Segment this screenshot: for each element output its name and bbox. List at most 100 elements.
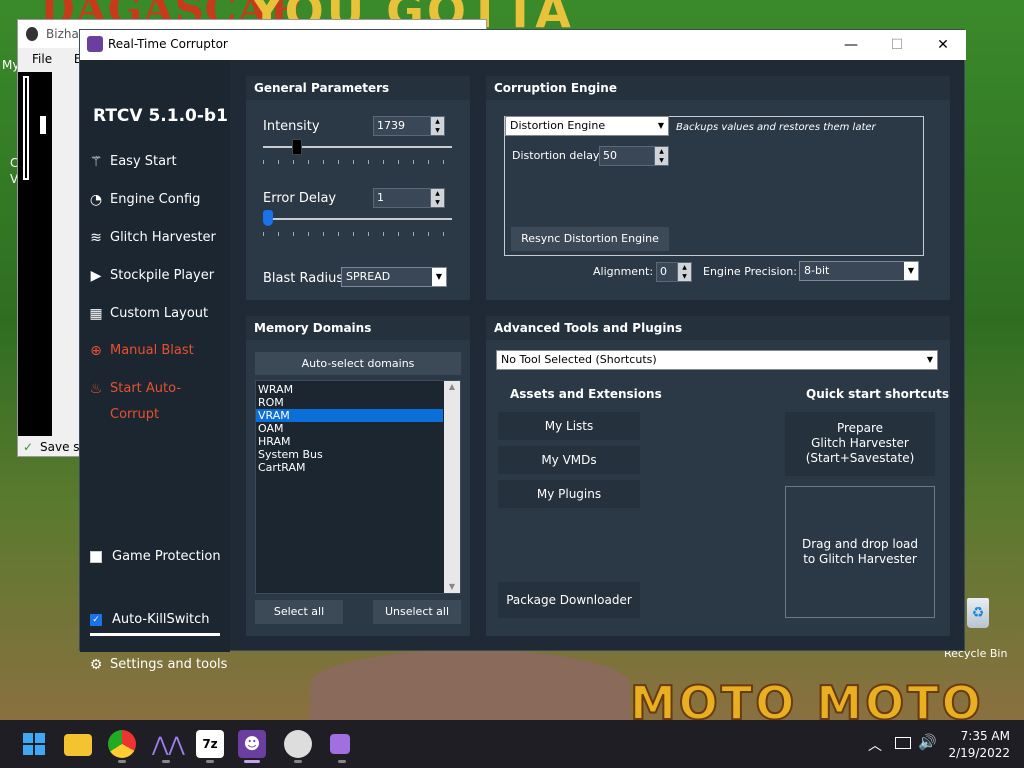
blast-radius-select[interactable]: SPREAD ▼ xyxy=(341,267,447,287)
prepare-glitch-harvester-button[interactable]: Prepare Glitch Harvester (Start+Savestat… xyxy=(785,412,935,476)
memory-domain-item[interactable]: CartRAM xyxy=(256,461,443,474)
my-vmds-button[interactable]: My VMDs xyxy=(498,446,640,474)
rtc-version: RTCV 5.1.0-b1 xyxy=(93,106,228,126)
settings-label: Settings and tools xyxy=(110,657,228,672)
memory-domain-item[interactable]: WRAM xyxy=(256,383,443,396)
distortion-delay-value: 50 xyxy=(603,149,617,162)
settings-button[interactable]: ⚙ Settings and tools xyxy=(88,652,230,678)
engine-precision-select[interactable]: 8-bit ▼ xyxy=(799,261,919,281)
my-lists-button[interactable]: My Lists xyxy=(498,412,640,440)
chevron-up-icon[interactable]: ︿ xyxy=(868,735,882,755)
close-button[interactable]: ✕ xyxy=(920,30,966,60)
tool-select-value: No Tool Selected (Shortcuts) xyxy=(501,353,657,366)
rtc-titlebar[interactable]: Real-Time Corruptor — ☐ ✕ xyxy=(80,30,966,60)
error-delay-input[interactable]: 1 ▲ ▼ xyxy=(373,188,445,208)
menu-file[interactable]: File xyxy=(32,52,52,66)
checkbox-box[interactable] xyxy=(90,551,102,563)
drag-drop-zone[interactable]: Drag and drop load to Glitch Harvester xyxy=(785,486,935,618)
alignment-spinner[interactable]: ▲ ▼ xyxy=(677,263,691,281)
corruption-engine-panel: Corruption Engine Distortion Engine ▼ Ba… xyxy=(486,76,950,300)
chevron-down-icon: ▼ xyxy=(923,351,937,369)
cube-icon[interactable] xyxy=(330,734,350,754)
sidebar-item-start-auto-corrupt[interactable]: ♨ Start Auto-Corrupt xyxy=(88,376,230,422)
assets-header: Assets and Extensions xyxy=(510,387,662,401)
check-icon: ✓ xyxy=(23,440,34,454)
memory-domain-item[interactable]: OAM xyxy=(256,422,443,435)
drop-zone-line: Drag and drop load xyxy=(801,537,919,551)
maximize-button[interactable]: ☐ xyxy=(874,30,920,60)
engine-select[interactable]: Distortion Engine ▼ xyxy=(505,116,669,136)
sidebar: RTCV 5.1.0-b1 ⚚ Easy Start ◔ Engine Config… xyxy=(80,60,230,673)
distortion-delay-label: Distortion delay: xyxy=(512,149,603,162)
sidebar-item-glitch-harvester[interactable]: ≋ Glitch Harvester xyxy=(88,225,230,251)
alignment-input[interactable]: 0 ▲ ▼ xyxy=(656,262,692,282)
clock-time[interactable]: 7:35 AM xyxy=(950,729,1010,743)
file-explorer-icon[interactable] xyxy=(64,734,92,756)
list-scrollbar[interactable]: ▲ ▼ xyxy=(444,381,460,593)
error-delay-slider-track[interactable] xyxy=(263,218,452,220)
alignment-label: Alignment: xyxy=(593,265,654,278)
app-icon[interactable]: ⋀⋀ xyxy=(152,730,185,758)
tool-select[interactable]: No Tool Selected (Shortcuts) ▼ xyxy=(496,350,938,370)
auto-select-domains-button[interactable]: Auto-select domains xyxy=(255,352,461,375)
rtc-icon[interactable]: ☻ xyxy=(238,730,266,758)
sidebar-item-easy-start[interactable]: ⚚ Easy Start xyxy=(88,149,230,175)
engine-precision-value: 8-bit xyxy=(804,264,830,277)
resync-button[interactable]: Resync Distortion Engine xyxy=(511,227,669,251)
minimize-button[interactable]: — xyxy=(828,30,874,60)
sidebar-item-stockpile-player[interactable]: ▶ Stockpile Player xyxy=(88,263,230,289)
volume-icon[interactable]: 🔊 xyxy=(918,733,937,751)
general-parameters-panel: General Parameters Intensity 1739 ▲ ▼ Err… xyxy=(246,76,470,300)
memory-domain-item[interactable]: VRAM xyxy=(256,409,443,422)
checkbox-label: Auto-KillSwitch xyxy=(112,612,210,627)
memory-domains-list[interactable]: WRAM ROM VRAM OAM HRAM System Bus CartRAM ▲ ▼ xyxy=(255,380,461,594)
panel-header: General Parameters xyxy=(246,76,470,100)
scroll-down-icon[interactable]: ▼ xyxy=(444,581,460,593)
advanced-tools-panel: Advanced Tools and Plugins No Tool Selec… xyxy=(486,316,950,636)
scroll-up-icon[interactable]: ▲ xyxy=(444,381,460,393)
game-screen[interactable] xyxy=(18,72,52,436)
7zip-icon[interactable]: 7z xyxy=(196,730,224,758)
memory-domain-item[interactable]: HRAM xyxy=(256,435,443,448)
sidebar-item-label: Custom Layout xyxy=(110,306,209,321)
my-plugins-button[interactable]: My Plugins xyxy=(498,480,640,508)
bizhawk-icon[interactable] xyxy=(284,730,312,758)
sidebar-item-label: Easy Start xyxy=(110,154,177,169)
gear-icon: ⚙ xyxy=(89,657,103,673)
recycle-bin-icon[interactable]: ♻ xyxy=(962,598,994,634)
error-delay-spinner[interactable]: ▲ ▼ xyxy=(430,189,444,207)
unselect-all-button[interactable]: Unselect all xyxy=(373,600,461,624)
bizhawk-icon xyxy=(26,27,38,41)
intensity-input[interactable]: 1739 ▲ ▼ xyxy=(373,116,445,136)
intensity-spinner[interactable]: ▲ ▼ xyxy=(430,117,444,135)
rtc-window[interactable]: Real-Time Corruptor — ☐ ✕ RTCV 5.1.0-b1 … xyxy=(79,29,966,673)
checkbox-box[interactable]: ✓ xyxy=(90,614,102,626)
engine-description: Backups values and restores them later xyxy=(676,122,876,133)
intensity-slider-thumb[interactable] xyxy=(292,139,302,155)
game-protection-checkbox[interactable]: Game Protection xyxy=(90,546,230,568)
select-all-button[interactable]: Select all xyxy=(255,600,343,624)
intensity-slider-ticks xyxy=(263,160,452,164)
memory-domain-item[interactable]: System Bus xyxy=(256,448,443,461)
running-indicator xyxy=(162,760,170,763)
fire-icon: ♨ xyxy=(89,381,103,397)
distortion-delay-input[interactable]: 50 ▲ ▼ xyxy=(599,146,669,166)
clock-date[interactable]: 2/19/2022 xyxy=(946,746,1010,760)
auto-killswitch-checkbox[interactable]: ✓ Auto-KillSwitch xyxy=(90,609,230,631)
sidebar-item-custom-layout[interactable]: ▦ Custom Layout xyxy=(88,301,230,327)
engine-select-value: Distortion Engine xyxy=(510,119,606,132)
distortion-delay-spinner[interactable]: ▲ ▼ xyxy=(654,147,668,165)
package-downloader-button[interactable]: Package Downloader xyxy=(498,582,640,618)
sidebar-item-label: Stockpile Player xyxy=(110,268,215,283)
sidebar-item-label: Glitch Harvester xyxy=(110,230,216,245)
monitor-icon[interactable] xyxy=(895,737,911,749)
chrome-icon[interactable] xyxy=(108,730,136,758)
error-delay-slider-thumb[interactable] xyxy=(263,210,273,226)
sidebar-item-engine-config[interactable]: ◔ Engine Config xyxy=(88,187,230,213)
rtc-app-icon xyxy=(87,36,103,52)
grid-icon: ▦ xyxy=(89,306,103,322)
chevron-down-icon: ▼ xyxy=(654,117,668,135)
windows-start-icon[interactable] xyxy=(20,730,48,758)
sidebar-item-manual-blast[interactable]: ⊕ Manual Blast xyxy=(88,338,230,364)
memory-domain-item[interactable]: ROM xyxy=(256,396,443,409)
